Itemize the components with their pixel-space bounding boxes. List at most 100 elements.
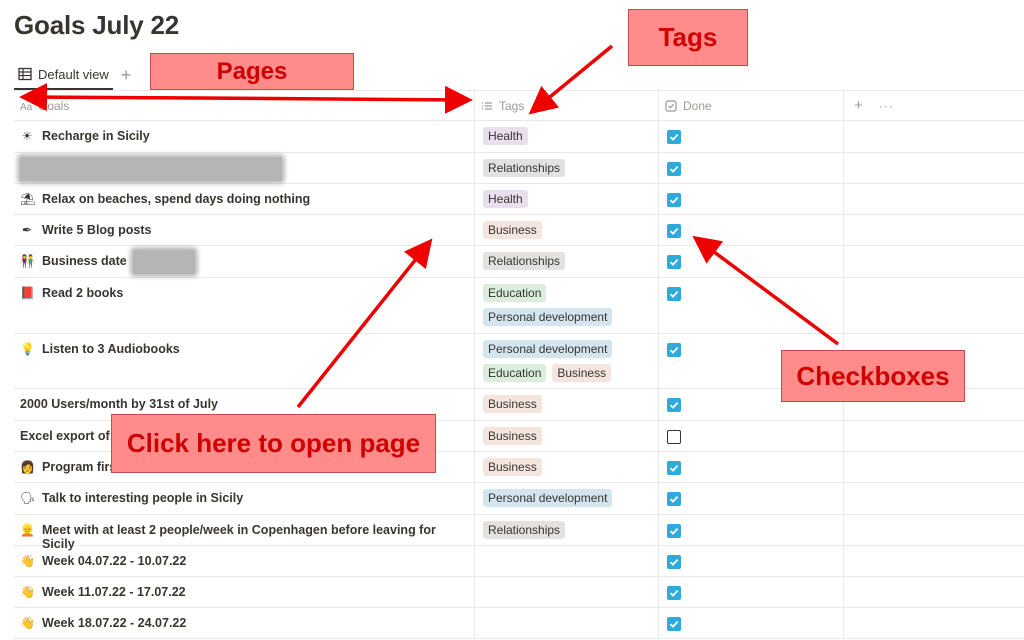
tags-cell[interactable]: Personal development Education Business xyxy=(475,334,659,388)
check-icon xyxy=(669,558,679,566)
checkbox-checked[interactable] xyxy=(667,255,681,269)
goal-name-cell[interactable]: 👱 Meet with at least 2 people/week in Cop… xyxy=(14,515,475,551)
tags-cell[interactable]: Health xyxy=(475,184,659,214)
table-row[interactable]: ⛱ Relax on beaches, spend days doing noth… xyxy=(14,184,1024,215)
goal-name-cell[interactable]: ☀ Recharge in Sicily xyxy=(14,121,475,152)
tags-cell[interactable]: Business xyxy=(475,421,659,451)
open-page-annotation: Click here to open page xyxy=(111,414,436,473)
checkbox-checked[interactable] xyxy=(667,130,681,144)
speaking-head-icon: 🗣 xyxy=(20,491,36,505)
check-icon xyxy=(669,401,679,409)
add-property-button[interactable]: + xyxy=(854,97,863,114)
goal-title[interactable]: Write 5 Blog posts xyxy=(42,223,152,237)
tag-business: Business xyxy=(483,395,542,413)
goal-name-cell[interactable]: 👋 Week 04.07.22 - 10.07.22 xyxy=(14,546,475,576)
goal-name-cell[interactable]: 📕 Read 2 books xyxy=(14,278,475,333)
goal-name-cell[interactable] xyxy=(14,153,475,183)
goal-title[interactable]: Business date xyxy=(42,254,127,268)
tag-business: Business xyxy=(552,364,612,382)
checkbox-checked[interactable] xyxy=(667,287,681,301)
empty-cell xyxy=(844,421,1024,451)
tags-cell[interactable]: Relationships xyxy=(475,153,659,183)
column-header-goals[interactable]: Aa Goals xyxy=(14,91,475,120)
tags-cell[interactable]: Health xyxy=(475,121,659,152)
goal-title[interactable]: Excel export of xyxy=(20,429,110,443)
checkbox-checked[interactable] xyxy=(667,555,681,569)
table-row[interactable]: 👱 Meet with at least 2 people/week in Cop… xyxy=(14,515,1024,551)
done-cell xyxy=(659,577,844,607)
checkbox-checked[interactable] xyxy=(667,492,681,506)
checkbox-checked[interactable] xyxy=(667,461,681,475)
tag-personal-development: Personal development xyxy=(483,340,613,358)
goal-title[interactable]: Recharge in Sicily xyxy=(42,129,150,143)
tags-cell[interactable] xyxy=(475,546,659,576)
checkbox-checked[interactable] xyxy=(667,398,681,412)
list-icon xyxy=(482,101,492,110)
table-row[interactable]: 👋 Week 04.07.22 - 10.07.22 xyxy=(14,546,1024,577)
tags-cell[interactable] xyxy=(475,577,659,607)
goal-title[interactable]: Listen to 3 Audiobooks xyxy=(42,342,180,356)
checkbox-checked[interactable] xyxy=(667,617,681,631)
goal-name-cell[interactable]: 💡 Listen to 3 Audiobooks xyxy=(14,334,475,388)
empty-cell xyxy=(844,278,1024,333)
goal-name-cell[interactable]: 👋 Week 18.07.22 - 24.07.22 xyxy=(14,608,475,638)
goal-name-cell[interactable]: ✒ Write 5 Blog posts xyxy=(14,215,475,245)
table-row[interactable]: 👫 Business date Relationships xyxy=(14,246,1024,278)
done-cell xyxy=(659,153,844,183)
goal-name-cell[interactable]: 👫 Business date xyxy=(14,246,475,277)
done-cell xyxy=(659,246,844,277)
goal-title[interactable]: 2000 Users/month by 31st of July xyxy=(20,397,218,411)
pen-icon: ✒ xyxy=(21,223,33,237)
goal-title[interactable]: Read 2 books xyxy=(42,286,123,300)
empty-cell xyxy=(844,452,1024,482)
column-header-tags[interactable]: Tags xyxy=(475,91,659,120)
checkboxes-annotation: Checkboxes xyxy=(781,350,965,402)
tags-cell[interactable]: Relationships xyxy=(475,246,659,277)
empty-cell xyxy=(844,184,1024,214)
column-header-goals-label: Goals xyxy=(38,98,70,113)
tags-cell[interactable]: Business xyxy=(475,215,659,245)
svg-text:Aa: Aa xyxy=(20,102,32,112)
more-options-button[interactable]: ··· xyxy=(879,99,894,113)
tags-cell[interactable]: Business xyxy=(475,452,659,482)
table-row[interactable]: Relationships xyxy=(14,153,1024,184)
checkbox-checked[interactable] xyxy=(667,193,681,207)
tags-annotation: Tags xyxy=(628,9,748,66)
goal-title[interactable]: Relax on beaches, spend days doing nothi… xyxy=(42,192,310,206)
tab-default-view[interactable]: Default view xyxy=(14,60,113,90)
checkbox-checked[interactable] xyxy=(667,586,681,600)
book-icon: 📕 xyxy=(20,286,35,300)
tags-cell[interactable]: Relationships xyxy=(475,515,659,545)
goal-title[interactable]: Week 11.07.22 - 17.07.22 xyxy=(42,585,186,599)
add-view-button[interactable]: + xyxy=(121,66,132,84)
table-row[interactable]: 👋 Week 18.07.22 - 24.07.22 xyxy=(14,608,1024,639)
goal-title[interactable]: Program first xyxy=(42,460,121,474)
table-row[interactable]: ☀ Recharge in Sicily Health xyxy=(14,121,1024,153)
goal-title[interactable]: Week 04.07.22 - 10.07.22 xyxy=(42,554,186,568)
goal-name-cell[interactable]: 🗣 Talk to interesting people in Sicily xyxy=(14,483,475,514)
table-icon xyxy=(18,67,32,81)
tags-cell[interactable] xyxy=(475,608,659,638)
checkbox-unchecked[interactable] xyxy=(667,430,681,444)
bulb-icon: 💡 xyxy=(20,342,35,356)
column-header-done[interactable]: Done xyxy=(659,91,844,120)
goal-name-cell[interactable]: 👋 Week 11.07.22 - 17.07.22 xyxy=(14,577,475,607)
tag-personal-development: Personal development xyxy=(483,308,613,326)
checkbox-checked[interactable] xyxy=(667,524,681,538)
goal-title[interactable]: Week 18.07.22 - 24.07.22 xyxy=(42,616,186,630)
checkbox-checked[interactable] xyxy=(667,224,681,238)
table-row[interactable]: ✒ Write 5 Blog posts Business xyxy=(14,215,1024,246)
tags-cell[interactable]: Business xyxy=(475,389,659,420)
table-row[interactable]: 🗣 Talk to interesting people in Sicily Per… xyxy=(14,483,1024,515)
check-icon xyxy=(669,165,679,173)
table-row[interactable]: 👋 Week 11.07.22 - 17.07.22 xyxy=(14,577,1024,608)
tags-cell[interactable]: Personal development xyxy=(475,483,659,514)
check-icon xyxy=(669,290,679,298)
tags-cell[interactable]: Education Personal development xyxy=(475,278,659,333)
checkbox-checked[interactable] xyxy=(667,162,681,176)
goal-name-cell[interactable]: ⛱ Relax on beaches, spend days doing noth… xyxy=(14,184,475,214)
goal-title[interactable]: Talk to interesting people in Sicily xyxy=(42,491,243,505)
checkbox-checked[interactable] xyxy=(667,343,681,357)
table-row[interactable]: 📕 Read 2 books Education Personal developme… xyxy=(14,278,1024,334)
column-header-tags-label: Tags xyxy=(499,98,525,113)
